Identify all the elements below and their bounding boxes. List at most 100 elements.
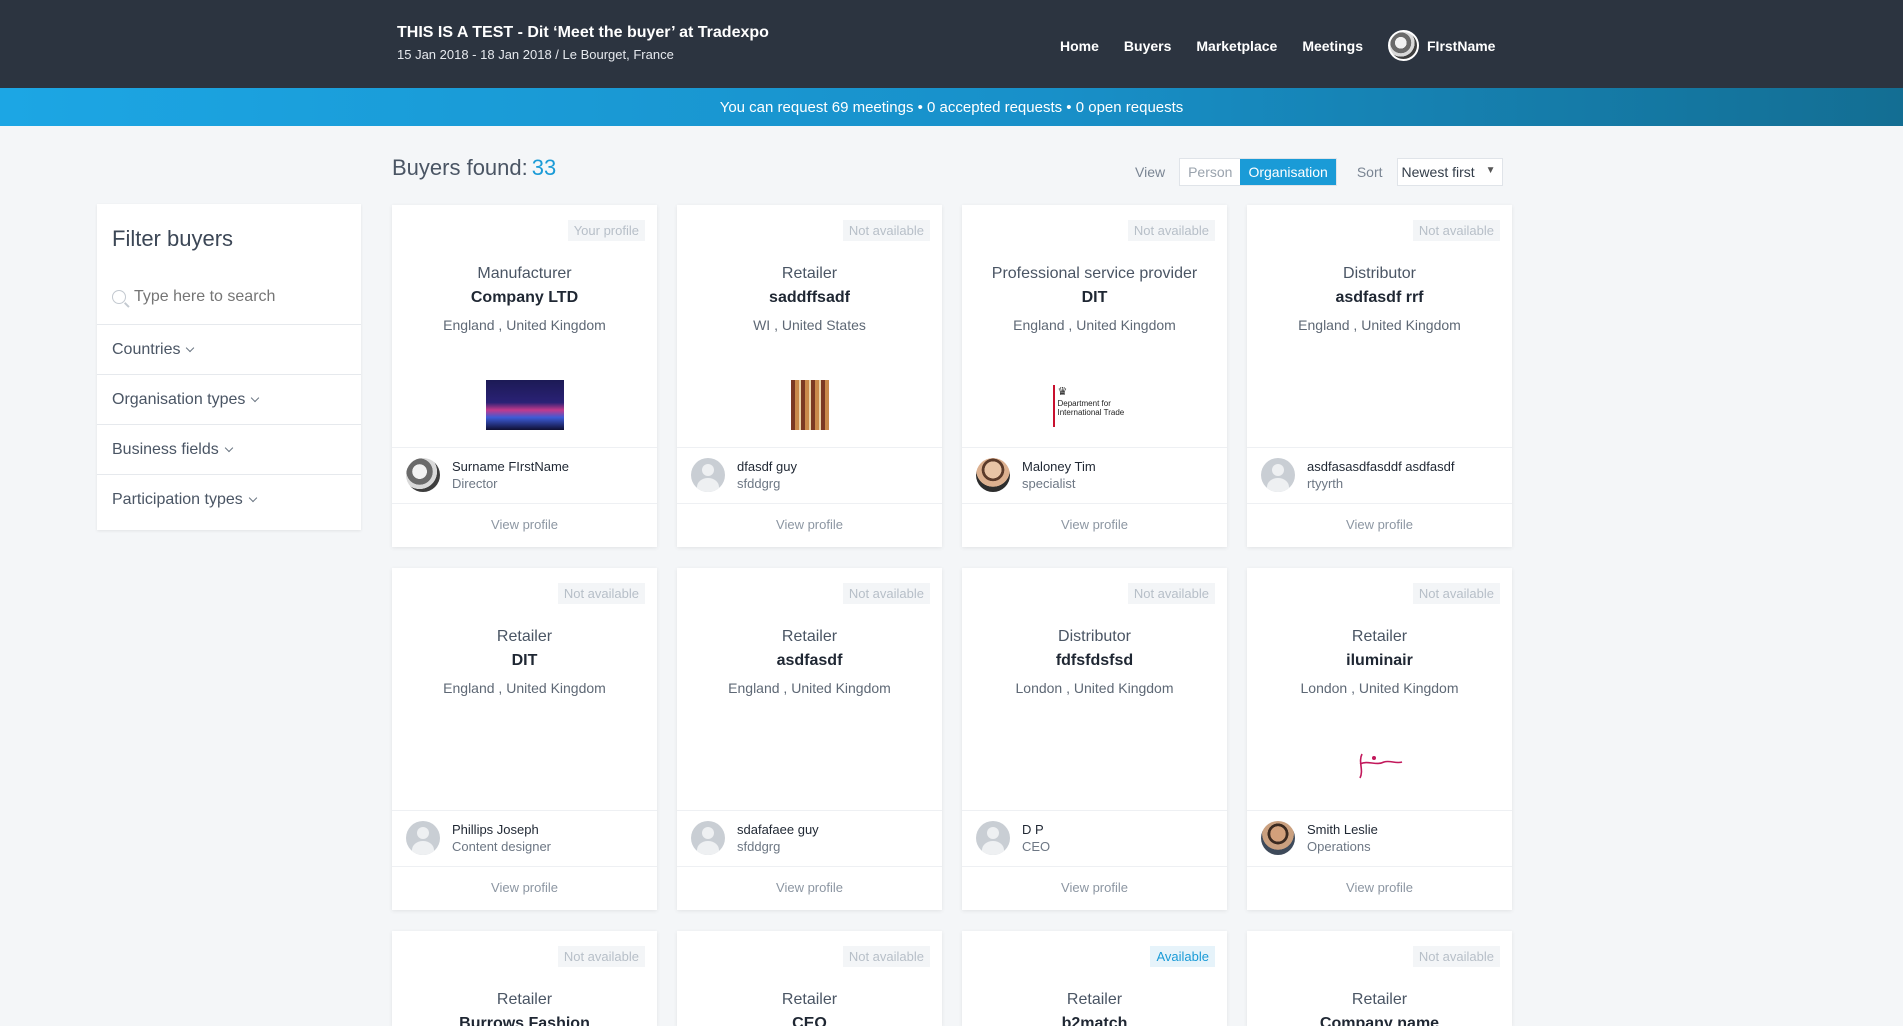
view-profile-link[interactable]: View profile xyxy=(962,866,1227,910)
view-toggle: Person Organisation xyxy=(1179,158,1337,186)
sort-select[interactable]: Newest first ▼ xyxy=(1396,158,1503,186)
view-person-button[interactable]: Person xyxy=(1180,159,1241,185)
status-badge: Not available xyxy=(842,583,930,604)
chevron-down-icon xyxy=(251,393,260,402)
organisation-location: England , United Kingdom xyxy=(1013,317,1176,333)
organisation-type: Professional service provider xyxy=(991,265,1198,282)
view-organisation-button[interactable]: Organisation xyxy=(1240,159,1336,185)
organisation-location: London , United Kingdom xyxy=(1300,680,1459,696)
user-name: FIrstName xyxy=(1427,37,1496,54)
contact-person: Smith Leslie Operations xyxy=(1247,810,1512,866)
nav-meetings[interactable]: Meetings xyxy=(1302,32,1363,60)
nav-marketplace[interactable]: Marketplace xyxy=(1196,32,1277,60)
organisation-type: Retailer xyxy=(496,628,553,645)
organisation-name: Company LTD xyxy=(470,289,579,306)
contact-title: sfddgrg xyxy=(737,476,781,491)
banner-text: You can request 69 meetings • 0 accepted… xyxy=(719,98,1184,116)
contact-name: dfasdf guy xyxy=(737,459,797,474)
organisation-type: Retailer xyxy=(1351,628,1408,645)
organisation-name: DIT xyxy=(1081,289,1108,306)
contact-person: Surname FIrstName Director xyxy=(392,447,657,503)
sort-label: Sort xyxy=(1356,164,1383,180)
organisation-name: iluminair xyxy=(1346,652,1413,669)
contact-name: D P xyxy=(1022,822,1044,837)
organisation-location: England , United Kingdom xyxy=(728,680,891,696)
buyer-card: Not available Retailer DIT England , Uni… xyxy=(392,568,657,910)
search-input[interactable] xyxy=(134,288,344,306)
view-profile-link[interactable]: View profile xyxy=(1247,866,1512,910)
buyer-card: Not available Distributor asdfasdf rrf E… xyxy=(1247,205,1512,547)
contact-person: D P CEO xyxy=(962,810,1227,866)
organisation-name: fdfsfdsfsd xyxy=(1055,652,1134,669)
meeting-quota-banner: You can request 69 meetings • 0 accepted… xyxy=(0,88,1903,126)
view-profile-link[interactable]: View profile xyxy=(677,866,942,910)
filter-participation-types[interactable]: Participation types xyxy=(97,474,361,524)
dit-logo-line-2: International Trade xyxy=(1057,408,1125,417)
organisation-name: CEO xyxy=(792,1015,827,1026)
buyer-card: Not available Retailer Burrows Fashion xyxy=(392,931,657,1026)
filter-panel: Filter buyers Countries Organisation typ… xyxy=(97,204,361,530)
contact-name: asdfasasdfasddf asdfasdf xyxy=(1307,459,1455,474)
nav-home[interactable]: Home xyxy=(1060,32,1099,60)
buyer-card: Your profile Manufacturer Company LTD En… xyxy=(392,205,657,547)
status-badge: Not available xyxy=(1412,946,1500,967)
organisation-name: asdfasdf rrf xyxy=(1335,289,1424,306)
status-badge: Not available xyxy=(1412,220,1500,241)
contact-person: Phillips Joseph Content designer xyxy=(392,810,657,866)
contact-title: Director xyxy=(452,476,498,491)
status-badge: Not available xyxy=(1412,583,1500,604)
organisation-name: b2match xyxy=(1061,1015,1128,1026)
status-badge: Your profile xyxy=(567,220,645,241)
main-nav: Home Buyers Marketplace Meetings FIrstNa… xyxy=(1060,30,1495,61)
buyer-card: Not available Distributor fdfsfdsfsd Lon… xyxy=(962,568,1227,910)
event-dates-location: 15 Jan 2018 - 18 Jan 2018 / Le Bourget, … xyxy=(397,47,674,62)
filter-organisation-types-label: Organisation types xyxy=(112,390,246,408)
organisation-name: Burrows Fashion xyxy=(459,1015,590,1026)
buyers-found-label: Buyers found: xyxy=(392,155,528,180)
filter-countries-label: Countries xyxy=(112,340,181,358)
chevron-down-icon xyxy=(248,493,257,502)
view-profile-link[interactable]: View profile xyxy=(962,503,1227,547)
top-header: THIS IS A TEST - Dit ‘Meet the buyer’ at… xyxy=(0,0,1903,88)
filter-countries[interactable]: Countries xyxy=(97,324,361,374)
contact-name: Phillips Joseph xyxy=(452,822,539,837)
view-profile-link[interactable]: View profile xyxy=(677,503,942,547)
contact-name: sdafafaee guy xyxy=(737,822,819,837)
organisation-name: saddffsadf xyxy=(769,289,850,306)
status-badge: Not available xyxy=(842,220,930,241)
avatar xyxy=(691,458,725,492)
dit-logo: ♛ Department for International Trade xyxy=(1052,385,1137,427)
contact-person: dfasdf guy sfddgrg xyxy=(677,447,942,503)
contact-title: Content designer xyxy=(452,839,552,854)
view-profile-link[interactable]: View profile xyxy=(392,503,657,547)
organisation-type: Retailer xyxy=(781,991,838,1008)
organisation-type: Distributor xyxy=(1343,265,1416,282)
event-title: THIS IS A TEST - Dit ‘Meet the buyer’ at… xyxy=(397,24,769,41)
view-sort-toolbar: View Person Organisation Sort Newest fir… xyxy=(1135,158,1503,186)
buyers-found-count: 33 xyxy=(531,155,557,180)
organisation-type: Manufacturer xyxy=(477,265,572,282)
filter-title: Filter buyers xyxy=(112,226,234,251)
status-badge: Not available xyxy=(557,583,645,604)
contact-person: asdfasasdfasddf asdfasdf rtyyrth xyxy=(1247,447,1512,503)
filter-participation-types-label: Participation types xyxy=(112,490,243,508)
status-badge: Not available xyxy=(1127,220,1215,241)
avatar xyxy=(691,821,725,855)
view-profile-link[interactable]: View profile xyxy=(1247,503,1512,547)
buyer-card: Not available Retailer CEO xyxy=(677,931,942,1026)
status-badge: Not available xyxy=(842,946,930,967)
contact-name: Smith Leslie xyxy=(1307,822,1378,837)
status-badge: Not available xyxy=(1127,583,1215,604)
avatar xyxy=(976,821,1010,855)
filter-organisation-types[interactable]: Organisation types xyxy=(97,374,361,424)
nav-buyers[interactable]: Buyers xyxy=(1124,32,1171,60)
filter-search xyxy=(112,288,352,306)
organisation-name: Company name xyxy=(1319,1015,1440,1026)
organisation-type: Distributor xyxy=(1058,628,1131,645)
user-menu[interactable]: FIrstName xyxy=(1388,30,1495,61)
avatar xyxy=(976,458,1010,492)
view-profile-link[interactable]: View profile xyxy=(392,866,657,910)
organisation-logo xyxy=(790,380,829,430)
buyer-card: Not available Retailer asdfasdf England … xyxy=(677,568,942,910)
filter-business-fields[interactable]: Business fields xyxy=(97,424,361,474)
